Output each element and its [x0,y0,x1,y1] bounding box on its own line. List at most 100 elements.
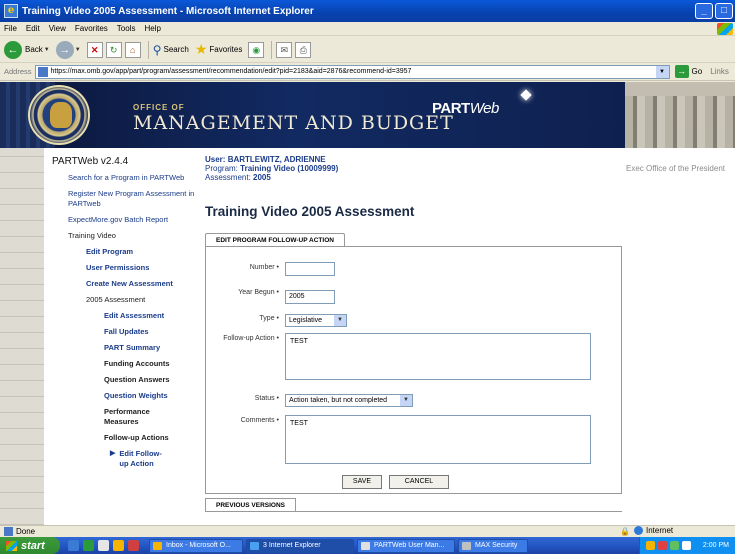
menu-file[interactable]: File [4,24,17,33]
maximize-button[interactable]: □ [715,3,733,19]
sidebar-item-fall-updates[interactable]: Fall Updates [104,327,196,337]
ie-quicklaunch-icon[interactable] [68,540,79,551]
back-button[interactable]: ← Back ▼ [4,40,50,59]
windows-logo-icon [717,23,733,35]
word-quicklaunch-icon[interactable] [98,540,109,551]
sidebar-item-batch-report[interactable]: ExpectMore.gov Batch Report [68,215,196,225]
page-icon [37,66,48,77]
desktop-quicklaunch-icon[interactable] [83,540,94,551]
follow-up-action-textarea[interactable]: TEST [285,333,591,380]
task-inbox[interactable]: Inbox - Microsoft O... [149,538,243,553]
forward-button[interactable]: → ▼ [55,40,81,59]
status-select[interactable]: Action taken, but not completed ▼ [285,394,413,407]
media-icon[interactable]: ◉ [248,41,265,58]
favorites-label: Favorites [209,45,243,54]
chevron-down-icon[interactable]: ▼ [655,65,669,78]
sidebar-item-funding-accounts[interactable]: Funding Accounts [104,359,196,369]
tray-icon[interactable] [682,541,691,550]
user-info: User: BARTLEWITZ, ADRIENNE Program: Trai… [205,155,338,182]
sidebar-item-question-answers[interactable]: Question Answers [104,375,196,385]
menu-favorites[interactable]: Favorites [75,24,108,33]
app-version: PARTWeb v2.4.4 [52,156,129,167]
edit-follow-up-form: Number • Year Begun • 2005 Type • Legisl… [205,246,622,494]
page-done-icon [4,527,13,536]
comments-label: Comments • [240,417,279,424]
security-zone: Internet [634,526,673,535]
menu-bar: File Edit View Favorites Tools Help [0,22,735,36]
sidebar-item-user-permissions[interactable]: User Permissions [86,263,196,273]
action-label: Follow-up Action • [223,335,279,342]
agency-name: Exec Office of the President [625,164,725,173]
refresh-icon[interactable]: ↻ [105,41,122,58]
user-label: User: [205,155,226,164]
sidebar-item-search-program[interactable]: Search for a Program in PARTWeb [68,173,196,183]
links-button[interactable]: Links [710,67,729,76]
status-bar: Done 🔒 Internet [0,525,735,537]
sidebar-item-edit-follow-up-action[interactable]: ▶ Edit Follow-up Action [110,449,166,469]
tray-icon[interactable] [670,541,679,550]
save-button[interactable]: SAVE [342,475,382,489]
search-button[interactable]: ⚲ Search [153,43,189,57]
sidebar-item-question-weights[interactable]: Question Weights [104,391,196,401]
presidential-seal-icon [28,85,90,145]
window-title: Training Video 2005 Assessment - Microso… [22,5,314,17]
favorites-button[interactable]: ★ Favorites [195,41,242,58]
tray-icon[interactable] [658,541,667,550]
sidebar-item-register-assessment[interactable]: Register New Program Assessment in PARTw… [68,189,196,209]
go-button[interactable]: → Go [674,65,702,78]
address-label: Address [4,67,32,76]
number-field[interactable] [285,262,335,276]
minimize-button[interactable]: _ [695,3,713,19]
cancel-button[interactable]: CANCEL [389,475,449,489]
sidebar-item-performance-measures[interactable]: Performance Measures [104,407,174,427]
partweb-logo: PARTWeb [432,100,499,117]
clock: 2:00 PM [702,542,729,549]
quick-launch [68,540,143,551]
type-select[interactable]: Legislative ▼ [285,314,347,327]
zone-text: Internet [646,526,674,535]
assessment-value: 2005 [253,173,271,182]
comments-textarea[interactable]: TEST [285,415,591,464]
chevron-down-icon: ▼ [334,315,346,326]
type-label: Type • [259,315,279,322]
type-value: Legislative [289,317,323,324]
task-max-security[interactable]: MAX Security [458,538,528,553]
task-partweb-manual[interactable]: PARTWeb User Man... [357,538,455,553]
app-quicklaunch-icon[interactable] [128,540,139,551]
tab-previous-versions[interactable]: PREVIOUS VERSIONS [205,498,296,512]
tab-edit-follow-up-action[interactable]: EDIT PROGRAM FOLLOW-UP ACTION [205,233,345,247]
sidebar-item-edit-assessment[interactable]: Edit Assessment [104,311,196,321]
sidebar-item-edit-program[interactable]: Edit Program [86,247,196,257]
program-value: Training Video (10009999) [240,164,339,173]
chevron-down-icon[interactable]: ▼ [75,47,81,53]
chevron-down-icon[interactable]: ▼ [44,47,50,53]
address-input[interactable]: https://max.omb.gov/app/part/program/ass… [34,64,670,79]
stop-icon[interactable]: ✕ [86,41,103,58]
status-text: Done [16,527,36,536]
sidebar-item-part-summary[interactable]: PART Summary [104,343,196,353]
search-label: Search [163,45,189,54]
menu-help[interactable]: Help [144,24,160,33]
address-url: https://max.omb.gov/app/part/program/ass… [50,68,412,75]
go-arrow-icon: → [674,65,689,78]
folder-quicklaunch-icon[interactable] [113,540,124,551]
logo-part: PART [432,100,470,117]
status-label: Status • [254,395,279,402]
menu-tools[interactable]: Tools [117,24,136,33]
menu-edit[interactable]: Edit [26,24,40,33]
program-label: Program: [205,164,238,173]
print-icon[interactable]: ⎙ [295,41,312,58]
home-icon[interactable]: ⌂ [124,41,141,58]
start-button[interactable]: start [0,537,60,554]
tray-icon[interactable] [646,541,655,550]
year-begun-field[interactable]: 2005 [285,290,335,304]
year-label: Year Begun • [238,289,279,296]
sidebar-item-create-assessment[interactable]: Create New Assessment [86,279,196,289]
forward-arrow-icon: → [55,40,74,59]
sidebar-section-training-video: Training Video [68,231,116,240]
sidebar-item-follow-up-actions[interactable]: Follow-up Actions [104,433,196,443]
sparkle-icon [520,89,532,101]
mail-icon[interactable]: ✉ [276,41,293,58]
task-internet-explorer[interactable]: 3 Internet Explorer [246,538,354,553]
menu-view[interactable]: View [49,24,66,33]
